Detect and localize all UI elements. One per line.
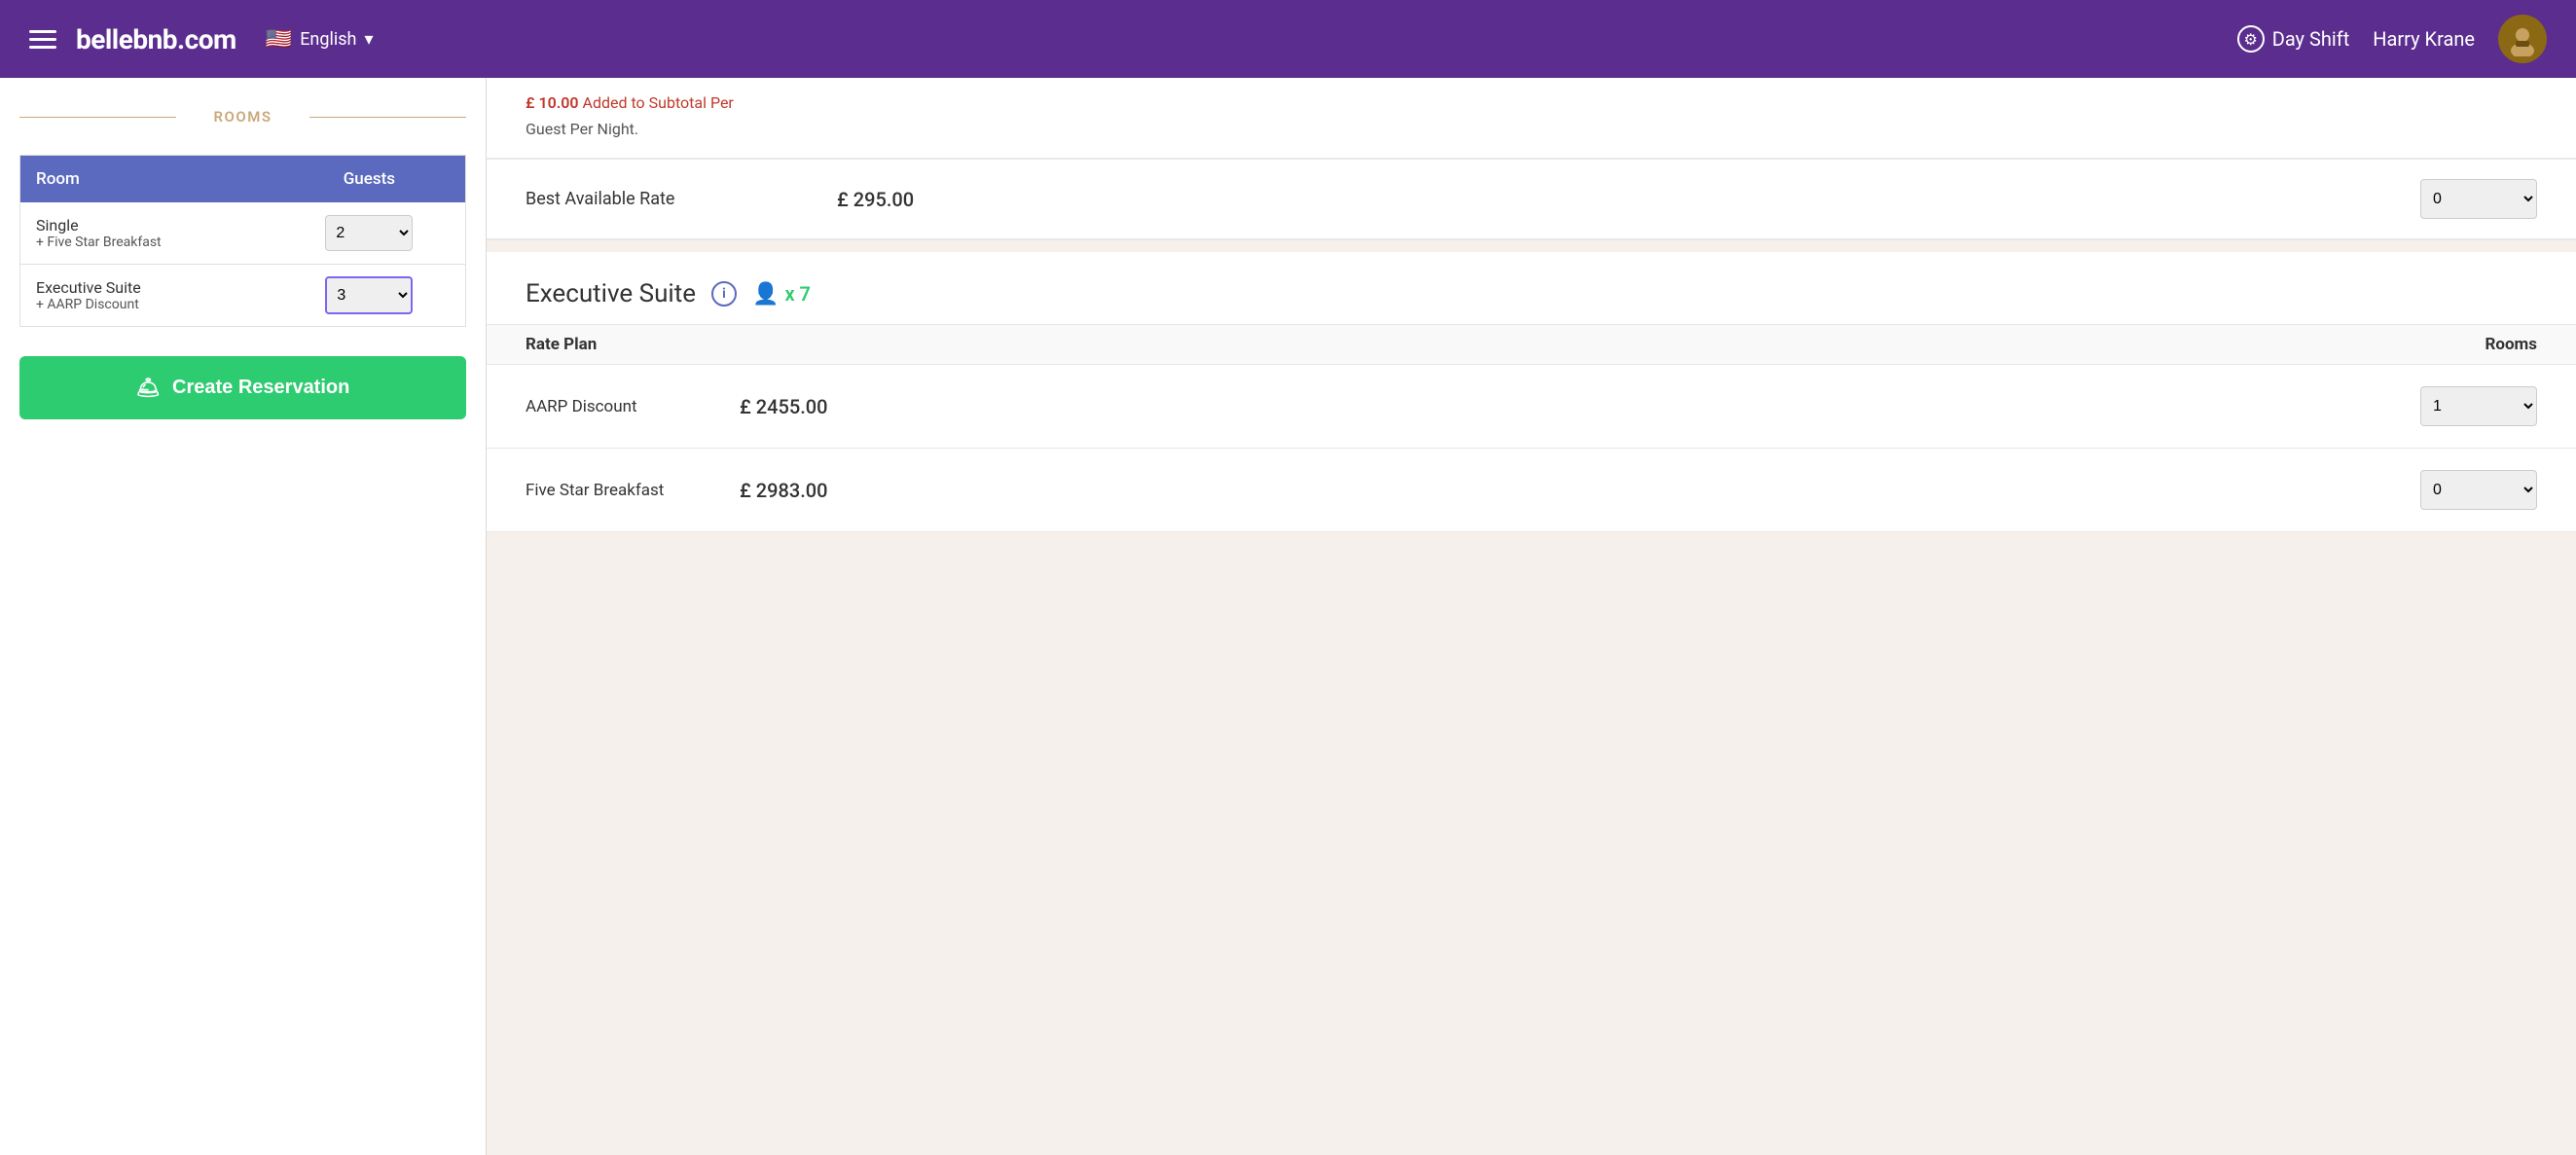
partial-info-section: £ 10.00 Added to Subtotal Per Guest Per …: [487, 78, 2576, 160]
aarp-rate-row: AARP Discount £ 2455.00 0 1 2: [487, 365, 2576, 449]
header: bellebnb.com 🇺🇸 English ▾ ⚙ Day Shift Ha…: [0, 0, 2576, 78]
rooms-col-header: Rooms: [2401, 335, 2537, 354]
room-cell-2: Executive Suite + AARP Discount: [20, 265, 273, 327]
best-available-price: £ 295.00: [837, 188, 993, 211]
room-cell-1: Single + Five Star Breakfast: [20, 202, 273, 265]
five-star-rate-row: Five Star Breakfast £ 2983.00 0 1 2: [487, 449, 2576, 532]
day-shift-indicator[interactable]: ⚙ Day Shift: [2237, 25, 2350, 53]
table-row: Executive Suite + AARP Discount 1 2 3 4: [20, 265, 466, 327]
table-row: Single + Five Star Breakfast 1 2 3 4: [20, 202, 466, 265]
guests-select-2[interactable]: 1 2 3 4: [325, 276, 413, 314]
partial-rate-section: £ 10.00 Added to Subtotal Per Guest Per …: [487, 78, 2576, 240]
partial-info-line: £ 10.00 Added to Subtotal Per: [526, 93, 2537, 112]
room-sub-2: + AARP Discount: [36, 297, 258, 312]
bell-icon: 🛎: [136, 376, 161, 400]
gear-icon: ⚙: [2237, 25, 2265, 53]
best-available-label: Best Available Rate: [526, 189, 817, 209]
room-sub-1: + Five Star Breakfast: [36, 235, 258, 250]
best-available-rooms-select[interactable]: 0 1 2: [2420, 179, 2537, 219]
shift-label: Day Shift: [2272, 27, 2350, 51]
col-room-header: Room: [20, 156, 273, 203]
suite-table-header: Rate Plan Rooms: [487, 324, 2576, 365]
table-header-row: Room Guests: [20, 156, 466, 203]
room-name-2: Executive Suite: [36, 278, 258, 297]
main-layout: ROOMS Room Guests Single + Five Star Bre…: [0, 78, 2576, 1155]
five-star-rate-name: Five Star Breakfast: [526, 481, 720, 500]
user-avatar[interactable]: [2498, 15, 2547, 63]
room-name-1: Single: [36, 216, 258, 235]
executive-suite-section: Executive Suite i 👤 x 7 Rate Plan Rooms …: [487, 252, 2576, 532]
guests-cell-1: 1 2 3 4: [273, 202, 466, 265]
suite-title: Executive Suite: [526, 279, 696, 308]
rooms-title: ROOMS: [214, 108, 272, 126]
sidebar-panel: ROOMS Room Guests Single + Five Star Bre…: [0, 78, 487, 1155]
five-star-rate-price: £ 2983.00: [740, 479, 2401, 502]
language-label: English: [300, 29, 356, 50]
aarp-rate-name: AARP Discount: [526, 397, 720, 416]
chevron-down-icon: ▾: [364, 29, 373, 50]
create-btn-label: Create Reservation: [172, 377, 349, 399]
partial-sub-text: Guest Per Night.: [526, 120, 2537, 138]
info-icon[interactable]: i: [711, 281, 737, 307]
guest-count: 👤 x 7: [752, 282, 811, 307]
rate-plan-col-header: Rate Plan: [526, 335, 2401, 354]
header-left: bellebnb.com 🇺🇸 English ▾: [29, 23, 373, 55]
five-star-rooms-select[interactable]: 0 1 2: [2420, 470, 2537, 510]
partial-info-text: Added to Subtotal Per: [583, 93, 734, 112]
guests-cell-2: 1 2 3 4: [273, 265, 466, 327]
header-right: ⚙ Day Shift Harry Krane: [2237, 15, 2547, 63]
content-area: £ 10.00 Added to Subtotal Per Guest Per …: [487, 78, 2576, 1155]
flag-icon: 🇺🇸: [266, 27, 292, 52]
user-name: Harry Krane: [2373, 27, 2475, 51]
aarp-rooms-select[interactable]: 0 1 2: [2420, 386, 2537, 426]
suite-header: Executive Suite i 👤 x 7: [487, 252, 2576, 324]
language-selector[interactable]: 🇺🇸 English ▾: [266, 27, 374, 52]
guests-select-1[interactable]: 1 2 3 4: [325, 215, 413, 251]
rooms-table: Room Guests Single + Five Star Breakfast…: [19, 155, 466, 327]
guest-count-label: x 7: [784, 282, 811, 306]
person-icon: 👤: [752, 282, 779, 307]
hamburger-menu[interactable]: [29, 30, 56, 49]
best-available-rate-row: Best Available Rate £ 295.00 0 1 2: [487, 160, 2576, 239]
rooms-section-header: ROOMS: [19, 107, 466, 126]
aarp-rate-price: £ 2455.00: [740, 395, 2401, 418]
create-reservation-button[interactable]: 🛎 Create Reservation: [19, 356, 466, 419]
col-guests-header: Guests: [273, 156, 466, 203]
brand-logo: bellebnb.com: [76, 23, 236, 55]
